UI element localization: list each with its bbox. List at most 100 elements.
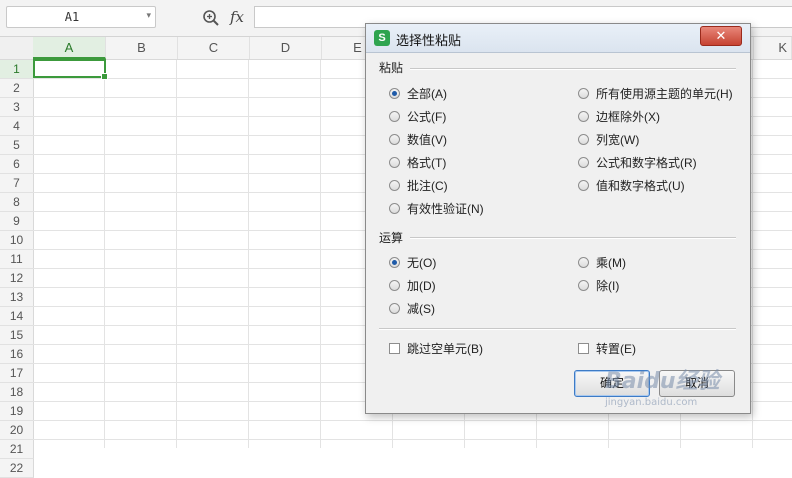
paste-option-formulas[interactable]: 公式(F) (389, 108, 446, 124)
paste-option-except-borders[interactable]: 边框除外(X) (578, 108, 660, 124)
close-icon: ✕ (715, 28, 727, 43)
column-header[interactable]: B (106, 37, 178, 59)
option-label: 格式(T) (407, 155, 447, 170)
paste-option-column-widths[interactable]: 列宽(W) (578, 131, 639, 147)
radio-icon (389, 179, 400, 191)
option-label: 有效性验证(N) (407, 201, 484, 216)
operation-option-subtract[interactable]: 减(S) (389, 300, 435, 316)
paste-option-all[interactable]: 全部(A) (389, 85, 447, 101)
dialog-titlebar[interactable]: S 选择性粘贴 ✕ (366, 24, 750, 53)
option-label: 转置(E) (596, 341, 636, 356)
option-label: 边框除外(X) (596, 109, 660, 124)
radio-icon (578, 133, 589, 145)
radio-icon (389, 302, 400, 314)
row-header[interactable]: 15 (0, 326, 34, 345)
operation-section-label: 运算 (379, 231, 404, 245)
radio-icon (578, 179, 589, 191)
radio-icon (389, 110, 400, 122)
paste-special-dialog: S 选择性粘贴 ✕ 粘贴 全部(A) 公式(F) 数值(V) 格式(T) 批注(… (365, 23, 751, 414)
option-label: 无(O) (407, 255, 437, 270)
row-header[interactable]: 12 (0, 269, 34, 288)
close-button[interactable]: ✕ (700, 26, 742, 46)
divider (379, 328, 736, 330)
option-label: 乘(M) (596, 255, 626, 270)
row-header[interactable]: 6 (0, 155, 34, 174)
row-header[interactable]: 8 (0, 193, 34, 212)
paste-option-formats[interactable]: 格式(T) (389, 154, 446, 170)
row-header[interactable]: 10 (0, 231, 34, 250)
row-header[interactable]: 9 (0, 212, 34, 231)
radio-icon (578, 110, 589, 122)
column-header[interactable]: C (178, 37, 250, 59)
wps-sheet-icon: S (374, 30, 390, 46)
divider (410, 237, 736, 239)
row-header[interactable]: 20 (0, 421, 34, 440)
fx-icon[interactable]: fx (230, 8, 244, 26)
radio-icon (578, 279, 589, 291)
radio-icon (578, 156, 589, 168)
option-label: 所有使用源主题的单元(H) (596, 86, 733, 101)
option-label: 除(I) (596, 278, 620, 293)
paste-option-validation[interactable]: 有效性验证(N) (389, 200, 484, 216)
radio-selected-icon (389, 87, 400, 99)
chevron-down-icon[interactable]: ▾ (146, 10, 151, 21)
paste-option-source-theme[interactable]: 所有使用源主题的单元(H) (578, 85, 733, 101)
radio-icon (578, 256, 589, 268)
row-header[interactable]: 17 (0, 364, 34, 383)
paste-option-formulas-number-formats[interactable]: 公式和数字格式(R) (578, 154, 697, 170)
row-header[interactable]: 18 (0, 383, 34, 402)
divider (410, 68, 736, 70)
radio-icon (389, 202, 400, 214)
paste-option-values-number-formats[interactable]: 值和数字格式(U) (578, 177, 685, 193)
option-label: 跳过空单元(B) (407, 341, 483, 356)
paste-section-label: 粘贴 (379, 61, 404, 75)
row-header[interactable]: 16 (0, 345, 34, 364)
row-header[interactable]: 4 (0, 117, 34, 136)
checkbox-icon (389, 342, 400, 354)
radio-selected-icon (389, 256, 400, 268)
dialog-title: 选择性粘贴 (396, 33, 462, 48)
active-cell-a1[interactable] (33, 59, 108, 80)
row-header[interactable]: 7 (0, 174, 34, 193)
transpose-checkbox[interactable]: 转置(E) (578, 340, 636, 356)
row-header[interactable]: 14 (0, 307, 34, 326)
option-label: 数值(V) (407, 132, 447, 147)
row-header[interactable]: 13 (0, 288, 34, 307)
row-header[interactable]: 1 (0, 60, 34, 79)
operation-option-none[interactable]: 无(O) (389, 254, 436, 270)
option-label: 公式(F) (407, 109, 447, 124)
row-header[interactable]: 5 (0, 136, 34, 155)
cancel-button[interactable]: 取消 (659, 370, 735, 397)
operation-option-multiply[interactable]: 乘(M) (578, 254, 626, 270)
select-all-corner[interactable] (0, 37, 34, 59)
row-header[interactable]: 19 (0, 402, 34, 421)
name-box[interactable]: A1 ▾ (6, 6, 156, 28)
radio-icon (389, 133, 400, 145)
zoom-icon[interactable] (202, 9, 220, 27)
paste-option-values[interactable]: 数值(V) (389, 131, 447, 147)
option-label: 公式和数字格式(R) (596, 155, 697, 170)
row-header[interactable]: 22 (0, 459, 34, 478)
radio-icon (389, 156, 400, 168)
row-header[interactable]: 21 (0, 440, 34, 459)
option-label: 值和数字格式(U) (596, 178, 685, 193)
option-label: 批注(C) (407, 178, 448, 193)
option-label: 全部(A) (407, 86, 447, 101)
paste-option-comments[interactable]: 批注(C) (389, 177, 448, 193)
column-header[interactable]: D (250, 37, 322, 59)
ok-button[interactable]: 确定 (574, 370, 650, 397)
row-header[interactable]: 3 (0, 98, 34, 117)
option-label: 加(D) (407, 278, 436, 293)
name-box-value: A1 (64, 10, 80, 24)
column-header[interactable]: K (754, 37, 792, 59)
option-label: 列宽(W) (596, 132, 640, 147)
operation-option-divide[interactable]: 除(I) (578, 277, 619, 293)
row-header[interactable]: 11 (0, 250, 34, 269)
skip-blanks-checkbox[interactable]: 跳过空单元(B) (389, 340, 483, 356)
checkbox-icon (578, 342, 589, 354)
column-header[interactable]: A (33, 37, 106, 59)
operation-option-add[interactable]: 加(D) (389, 277, 436, 293)
row-header[interactable]: 2 (0, 79, 34, 98)
radio-icon (578, 87, 589, 99)
option-label: 减(S) (407, 301, 435, 316)
